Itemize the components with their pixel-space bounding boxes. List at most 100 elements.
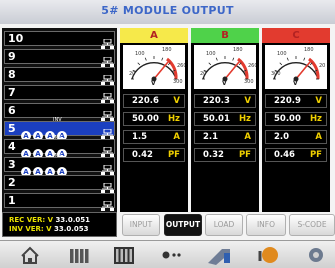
- pf-value: 0.46: [274, 150, 295, 160]
- module-slot-3[interactable]: 3 A A A A INV: [4, 153, 115, 177]
- current-unit: A: [173, 132, 180, 142]
- pf-readout: 0.32 PF: [194, 148, 256, 162]
- freq-unit: Hz: [238, 114, 251, 124]
- current-unit: A: [315, 132, 322, 142]
- module-slot-5[interactable]: 5 A A A A INV: [4, 117, 115, 141]
- voltage-unit: V: [315, 96, 322, 106]
- module-number: 10: [8, 32, 24, 45]
- module-number: 4: [8, 140, 16, 153]
- module-number: 9: [8, 50, 16, 63]
- freq-value: 50.01: [203, 114, 230, 124]
- voltage-value: 220.6: [132, 96, 159, 106]
- gauge-tick-label: 20: [200, 71, 206, 77]
- gauge-tick-label: 180: [162, 47, 172, 53]
- module-slot-6[interactable]: 6: [4, 103, 115, 121]
- network-icon: [101, 160, 114, 175]
- freq-unit: Hz: [309, 114, 322, 124]
- gauge-tick-label: 180: [304, 47, 314, 53]
- gauge-tick-label: 300: [244, 79, 254, 85]
- gauge-tick-label: 260: [248, 63, 256, 69]
- tab-load[interactable]: LOAD: [205, 214, 243, 236]
- voltage-unit: V: [244, 96, 251, 106]
- home-icon[interactable]: [10, 243, 50, 267]
- rec-version: REC VER: V 33.0.051: [9, 216, 90, 224]
- pf-unit: PF: [167, 150, 180, 160]
- current-readout: 2.0 A: [265, 130, 327, 144]
- freq-unit: Hz: [167, 114, 180, 124]
- module-tag: INV: [53, 153, 62, 159]
- module-slot-9[interactable]: 9: [4, 49, 115, 67]
- grid-icon[interactable]: [104, 243, 144, 267]
- network-icon: [101, 106, 114, 121]
- voltage-gauge: 100 180 260 20 300 V: [194, 45, 258, 89]
- ups-screen: 5# MODULE OUTPUT 10 9 8 7 6 5 A A A A INV 4 A A A A INV 3…: [0, 0, 335, 268]
- module-tag: INV: [53, 117, 62, 123]
- phase-b-panel: B 100 180 260 20 300 V 220.3 V 50.01 Hz 2.1 A 0.32 PF: [191, 28, 259, 212]
- phase-label: C: [262, 28, 330, 43]
- bottom-navigation: [0, 240, 335, 268]
- module-number: 6: [8, 104, 16, 117]
- gauge-tick-label: 20: [319, 63, 325, 69]
- tab-s-code[interactable]: S-CODE: [289, 214, 335, 236]
- gauge-tick-label: 300: [271, 71, 281, 77]
- module-slot-7[interactable]: 7: [4, 85, 115, 103]
- pf-readout: 0.46 PF: [265, 148, 327, 162]
- inv-version: INV VER: V 33.0.053: [9, 225, 89, 233]
- settings-icon[interactable]: [294, 243, 334, 267]
- tools-icon[interactable]: [200, 243, 240, 267]
- module-status-dots: AAAA: [21, 141, 69, 159]
- tab-input[interactable]: INPUT: [122, 214, 160, 236]
- version-panel: REC VER: V 33.0.051 INV VER: V 33.0.053: [2, 212, 117, 237]
- network-icon: [101, 52, 114, 67]
- module-status-dots: AAAA: [21, 159, 69, 177]
- network-icon: [101, 88, 114, 103]
- gauge-tick-label: 180: [233, 47, 243, 53]
- voltage-unit: V: [173, 96, 180, 106]
- gauge-tick-label: 20: [129, 71, 135, 77]
- module-number: 7: [8, 86, 16, 99]
- tab-info[interactable]: INFO: [246, 214, 286, 236]
- pf-value: 0.42: [132, 150, 153, 160]
- module-slot-1[interactable]: 1: [4, 193, 115, 211]
- module-number: 8: [8, 68, 16, 81]
- pf-value: 0.32: [203, 150, 224, 160]
- freq-readout: 50.00 Hz: [123, 112, 185, 126]
- module-slot-10[interactable]: 10: [4, 31, 115, 49]
- flow-icon[interactable]: [152, 243, 192, 267]
- network-icon: [101, 70, 114, 85]
- phase-label: B: [191, 28, 259, 43]
- phase-a-panel: A 100 180 260 20 300 V 220.6 V 50.00 Hz 1.5 A 0.42 PF: [120, 28, 188, 212]
- voltage-readout: 220.6 V: [123, 94, 185, 108]
- module-status-dots: AAAA: [21, 123, 69, 141]
- freq-readout: 50.00 Hz: [265, 112, 327, 126]
- tab-output[interactable]: OUTPUT: [164, 214, 202, 236]
- module-slot-4[interactable]: 4 A A A A INV: [4, 135, 115, 159]
- page-title: 5# MODULE OUTPUT: [101, 4, 234, 17]
- current-readout: 1.5 A: [123, 130, 185, 144]
- module-number: 1: [8, 194, 16, 207]
- module-number: 2: [8, 176, 16, 189]
- voltage-readout: 220.3 V: [194, 94, 256, 108]
- module-slot-8[interactable]: 8: [4, 67, 115, 85]
- pf-unit: PF: [309, 150, 322, 160]
- network-icon: [101, 178, 114, 193]
- gauge-tick-label: 300: [173, 79, 183, 85]
- gauge-tick-label: 100: [206, 51, 216, 57]
- gauge-tick-label: 100: [277, 51, 287, 57]
- pf-readout: 0.42 PF: [123, 148, 185, 162]
- phase-label: A: [120, 28, 188, 43]
- freq-readout: 50.01 Hz: [194, 112, 256, 126]
- current-value: 2.1: [203, 132, 219, 142]
- bars-icon[interactable]: [58, 243, 98, 267]
- current-readout: 2.1 A: [194, 130, 256, 144]
- network-icon: [101, 196, 114, 211]
- warning-icon[interactable]: [248, 243, 288, 267]
- gauge-tick-label: 100: [135, 51, 145, 57]
- voltage-readout: 220.9 V: [265, 94, 327, 108]
- module-stack: 10 9 8 7 6 5 A A A A INV 4 A A A A INV 3 A A A A INV 2 1: [2, 28, 117, 212]
- freq-value: 50.00: [274, 114, 301, 124]
- network-icon: [101, 124, 114, 139]
- module-slot-2[interactable]: 2: [4, 175, 115, 193]
- module-tag: INV: [53, 135, 62, 141]
- current-unit: A: [244, 132, 251, 142]
